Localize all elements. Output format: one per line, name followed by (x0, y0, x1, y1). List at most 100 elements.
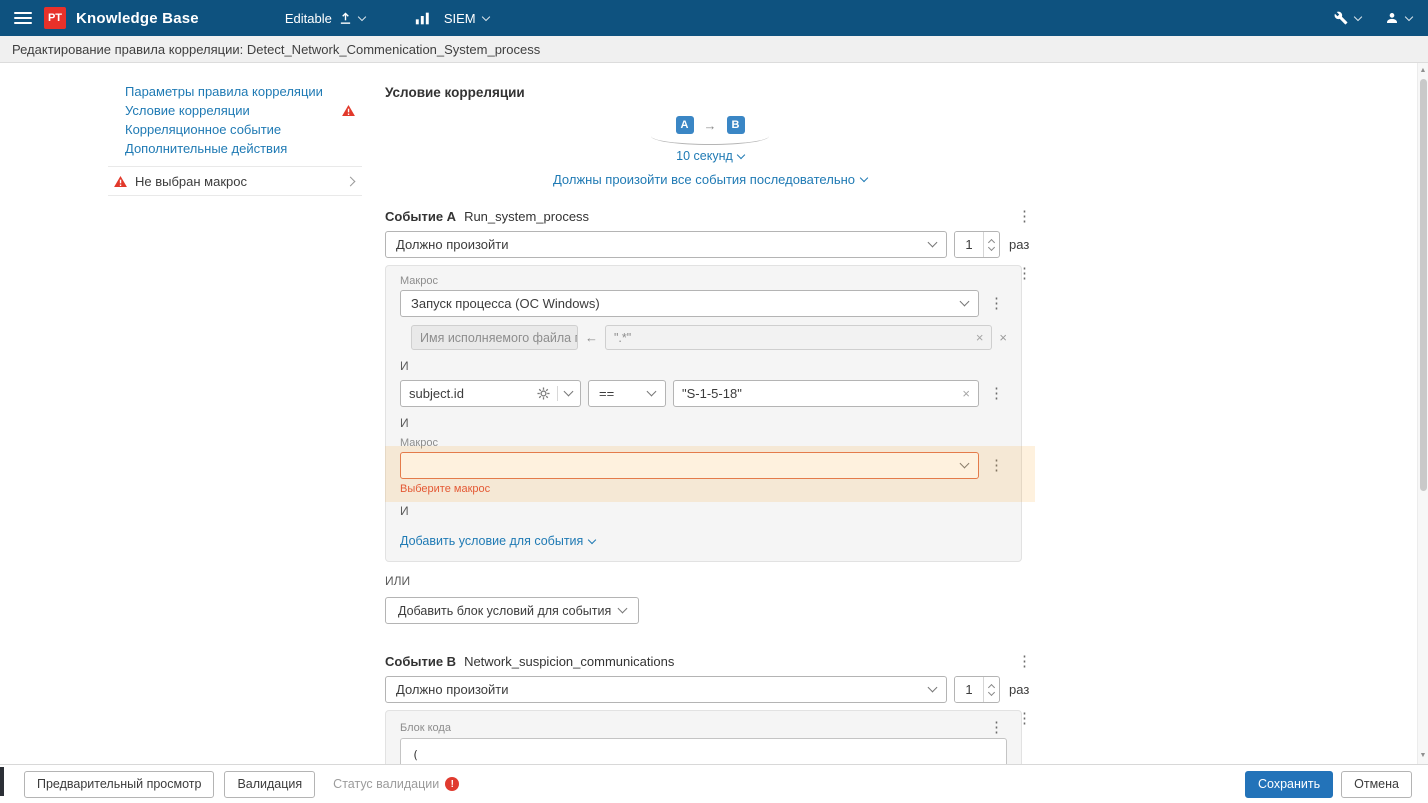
macro-select-empty[interactable] (400, 452, 979, 479)
field-value-field[interactable] (682, 386, 956, 401)
tools-dropdown[interactable] (1334, 11, 1361, 25)
count-field[interactable] (955, 232, 983, 257)
nav-item-label: Дополнительные действия (125, 142, 287, 155)
macro-parameter-name: Имя исполняемого файла проц... (411, 325, 578, 350)
scroll-up-icon[interactable]: ▲ (1418, 65, 1428, 77)
chevron-down-icon (928, 683, 938, 693)
macro-select-value: Запуск процесса (ОС Windows) (411, 296, 600, 311)
event-b-label: Событие B (385, 654, 456, 669)
section-title: Условие корреляции (385, 85, 1035, 100)
clear-icon[interactable]: × (976, 331, 984, 344)
condition-group: Макрос Запуск процесса (ОС Windows) ⋮ Им… (385, 265, 1022, 562)
event-badge-a[interactable]: A (676, 116, 694, 134)
pt-logo: PT (44, 7, 66, 29)
condition-group-b-menu-button[interactable]: ⋮ (1014, 711, 1035, 726)
macro-select[interactable]: Запуск процесса (ОС Windows) (400, 290, 979, 317)
chevron-down-icon (618, 604, 628, 614)
macro-empty-menu-button[interactable]: ⋮ (986, 458, 1007, 473)
chevron-down-icon (564, 387, 574, 397)
event-a-name: Run_system_process (464, 209, 589, 224)
code-editor[interactable]: ( (event_src.title == "endpoint_monitor"… (400, 738, 1007, 764)
hamburger-menu-icon[interactable] (14, 12, 32, 24)
count-suffix-b: раз (1009, 682, 1029, 697)
page-header: Редактирование правила корреляции: Detec… (0, 36, 1428, 63)
macro-row-menu-button[interactable]: ⋮ (986, 296, 1007, 311)
count-spinner-b[interactable] (983, 677, 999, 702)
macro-error-section: ⋮ Выберите макрос (400, 452, 1007, 495)
statistics-button[interactable] (415, 12, 430, 25)
cancel-button[interactable]: Отмена (1341, 771, 1412, 798)
or-label: ИЛИ (385, 574, 1035, 588)
macro-warning-label: Не выбран макрос (135, 174, 339, 189)
validate-button[interactable]: Валидация (224, 771, 315, 798)
condition-group-menu-button[interactable]: ⋮ (1014, 266, 1035, 281)
scroll-down-icon[interactable]: ▼ (1418, 750, 1428, 762)
bar-chart-icon (415, 12, 430, 25)
chevron-down-icon (960, 459, 970, 469)
save-button[interactable]: Сохранить (1245, 771, 1333, 798)
arrow-right-icon: → (704, 118, 717, 133)
main-panel: Условие корреляции A → B 10 секунд Должн… (385, 63, 1035, 764)
nav-item-parameters[interactable]: Параметры правила корреляции (125, 85, 355, 98)
event-b-name: Network_suspicion_communications (464, 654, 674, 669)
count-spinner[interactable] (983, 232, 999, 257)
side-panel-handle[interactable] (0, 767, 4, 796)
vertical-scrollbar[interactable]: ▲ ▼ (1417, 63, 1428, 764)
event-badge-b[interactable]: B (727, 116, 745, 134)
nav-item-additional-actions[interactable]: Дополнительные действия (125, 142, 355, 155)
and-label: И (400, 504, 1007, 518)
count-input-b (954, 676, 1000, 703)
code-line: ( (412, 747, 995, 764)
macro-label: Макрос (400, 437, 1007, 449)
remove-parameter-icon[interactable]: × (999, 331, 1007, 344)
macro-parameter-value-input[interactable]: ".*" × (605, 325, 992, 350)
nav-item-condition[interactable]: Условие корреляции (125, 104, 355, 117)
spinner-down-icon[interactable] (988, 688, 995, 695)
nav-item-label: Параметры правила корреляции (125, 85, 323, 98)
warning-triangle-icon (342, 105, 355, 116)
preview-button[interactable]: Предварительный просмотр (24, 771, 214, 798)
macro-parameter-value: ".*" (614, 331, 631, 345)
window-duration-value: 10 секунд (676, 149, 733, 163)
macro-warning-row[interactable]: Не выбран макрос (108, 166, 362, 196)
validation-error-text: Выберите макрос (400, 483, 1007, 495)
event-b-menu-button[interactable]: ⋮ (1014, 654, 1035, 669)
code-block-menu-button[interactable]: ⋮ (986, 720, 1007, 735)
error-circle-icon: ! (445, 777, 459, 791)
occurrence-select-b[interactable]: Должно произойти (385, 676, 947, 703)
add-condition-block-button[interactable]: Добавить блок условий для события (385, 597, 639, 624)
validation-status-label: Статус валидации (333, 777, 439, 791)
spinner-down-icon[interactable] (988, 243, 995, 250)
chevron-down-icon (1405, 12, 1413, 20)
and-label: И (400, 359, 1007, 373)
divider (557, 386, 558, 401)
section-nav: Параметры правила корреляции Условие кор… (125, 85, 355, 155)
event-a-menu-button[interactable]: ⋮ (1014, 209, 1035, 224)
event-b-section: Событие B Network_suspicion_communicatio… (385, 654, 1035, 764)
gear-icon[interactable] (537, 387, 550, 400)
sequence-arc (651, 136, 769, 145)
nav-item-correlation-event[interactable]: Корреляционное событие (125, 123, 355, 136)
condition-row-menu-button[interactable]: ⋮ (986, 386, 1007, 401)
footer-bar: Предварительный просмотр Валидация Стату… (0, 764, 1428, 803)
window-duration-dropdown[interactable]: 10 секунд (676, 149, 744, 163)
publish-icon (339, 12, 352, 25)
account-dropdown[interactable] (1385, 11, 1412, 25)
macro-label: Макрос (400, 275, 1007, 287)
occurrence-select[interactable]: Должно произойти (385, 231, 947, 258)
field-select[interactable]: subject.id (400, 380, 581, 407)
operator-select[interactable]: == (588, 380, 666, 407)
warning-triangle-icon (114, 176, 127, 187)
scrollbar-thumb[interactable] (1420, 79, 1427, 491)
editable-dropdown[interactable]: Editable (285, 11, 365, 26)
siem-dropdown[interactable]: SIEM (444, 11, 489, 26)
add-condition-link[interactable]: Добавить условие для события (400, 534, 595, 548)
operator-value: == (599, 386, 614, 401)
nav-item-label: Условие корреляции (125, 104, 250, 117)
clear-icon[interactable]: × (962, 387, 970, 400)
count-field-b[interactable] (955, 677, 983, 702)
chevron-down-icon (481, 12, 489, 20)
chevron-down-icon (928, 238, 938, 248)
chevron-right-icon (346, 176, 356, 186)
sequence-mode-dropdown[interactable]: Должны произойти все события последовате… (385, 172, 1035, 187)
